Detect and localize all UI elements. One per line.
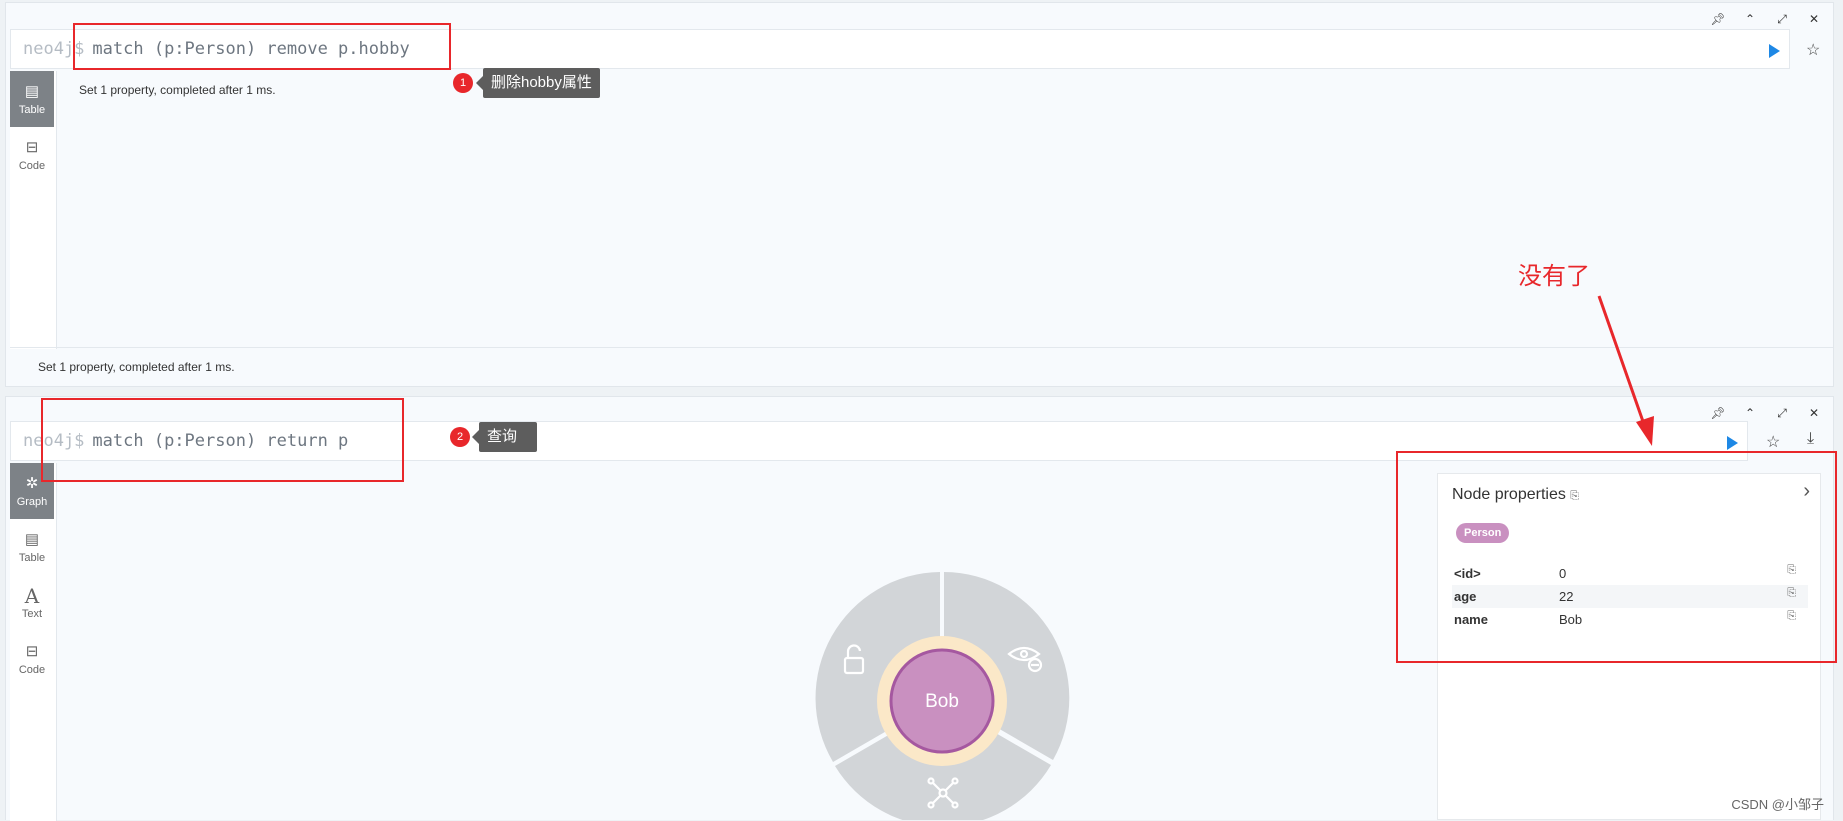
pin-icon[interactable]: 📌︎: [1709, 12, 1727, 27]
tab-code-label: Code: [18, 159, 46, 172]
annotation-gone-text: 没有了: [1518, 263, 1590, 290]
annotation-step2-tip: 查询: [472, 422, 537, 452]
frame-controls: 📌︎ ⌃ ⤢ ✕: [1709, 406, 1823, 421]
tab-table[interactable]: ▤ Table: [10, 519, 54, 575]
code-icon: ⊟: [25, 138, 39, 156]
annotation-box-properties: [1396, 451, 1837, 663]
close-icon[interactable]: ✕: [1805, 12, 1823, 27]
annotation-step1-tip: 删除hobby属性: [476, 68, 600, 98]
code-icon: ⊟: [25, 642, 39, 660]
annotation-arrow: [1597, 295, 1654, 446]
table-icon: ▤: [24, 82, 40, 100]
collapse-icon[interactable]: ⌃: [1741, 406, 1759, 421]
tab-table[interactable]: ▤ Table: [10, 71, 54, 127]
watermark: CSDN @小邹子: [1731, 797, 1824, 812]
star-icon[interactable]: ☆: [1766, 432, 1780, 452]
frame-controls: 📌︎ ⌃ ⤢ ✕: [1709, 12, 1823, 27]
view-sidebar: ✲ Graph ▤ Table A Text ⊟ Code: [10, 463, 57, 821]
node-caption: Bob: [925, 691, 959, 712]
text-icon: A: [24, 583, 40, 608]
frame-footer-status: Set 1 property, completed after 1 ms.: [10, 347, 1833, 386]
run-icon[interactable]: [1769, 44, 1780, 58]
download-icon[interactable]: ⤓: [1807, 430, 1814, 448]
annotation-step1-badge: 1: [453, 73, 473, 93]
table-icon: ▤: [24, 530, 40, 548]
tab-code[interactable]: ⊟ Code: [10, 631, 54, 687]
result-message: Set 1 property, completed after 1 ms.: [79, 83, 276, 97]
tab-code[interactable]: ⊟ Code: [10, 127, 54, 183]
annotation-box-query1: [73, 23, 451, 70]
tab-table-label: Table: [18, 551, 46, 564]
tab-code-label: Code: [18, 663, 46, 676]
run-icon[interactable]: [1727, 436, 1738, 450]
expand-icon[interactable]: ⤢: [1773, 12, 1791, 27]
annotation-box-query2: [41, 398, 404, 482]
tab-text[interactable]: A Text: [10, 575, 54, 631]
star-icon[interactable]: ☆: [1806, 40, 1820, 60]
pin-icon[interactable]: 📌︎: [1709, 406, 1727, 421]
graph-canvas[interactable]: Bob: [700, 560, 1200, 820]
collapse-icon[interactable]: ⌃: [1741, 12, 1759, 27]
tab-graph-label: Graph: [16, 495, 48, 508]
annotation-step2-badge: 2: [450, 427, 470, 447]
view-sidebar: ▤ Table ⊟ Code: [10, 71, 57, 349]
close-icon[interactable]: ✕: [1805, 406, 1823, 421]
expand-icon[interactable]: ⤢: [1773, 406, 1791, 421]
graph-icon: ✲: [25, 474, 39, 492]
tab-table-label: Table: [18, 103, 46, 116]
tab-text-label: Text: [21, 607, 43, 620]
